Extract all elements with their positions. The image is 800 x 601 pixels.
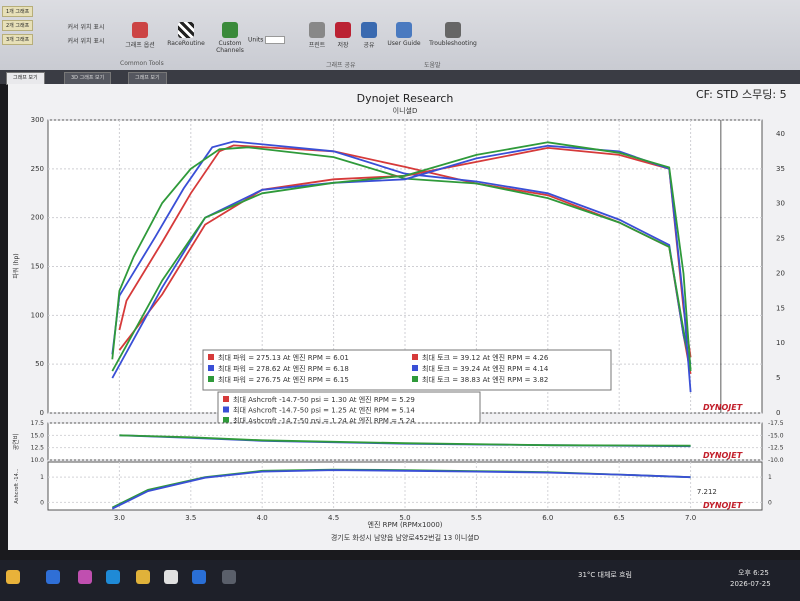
legend-torque-text: 최대 토크 = 38.83 At 엔진 RPM = 3.82	[422, 375, 548, 384]
y-tick-right: 0	[776, 409, 780, 417]
taskbar	[0, 560, 800, 601]
dynojet-logo: DYNOJET	[703, 403, 743, 412]
legend-swatch-power	[208, 354, 214, 360]
x-axis-label: 엔진 RPM (RPMx1000)	[368, 520, 443, 529]
edge-icon[interactable]	[106, 570, 120, 584]
cursor-value-label: 7.212	[697, 488, 717, 496]
x-tick: 6.0	[542, 514, 553, 522]
legend-swatch-torque	[412, 365, 418, 371]
afr-y-tick: 17.5	[31, 420, 45, 427]
legend-swatch-torque	[412, 354, 418, 360]
dynojet-logo-afr: DYNOJET	[703, 451, 743, 460]
dynojet-logo-boost: DYNOJET	[703, 501, 743, 510]
afr-y-tick-right: -15.0	[768, 432, 784, 439]
y-tick-right: 5	[776, 374, 780, 382]
x-tick: 3.0	[114, 514, 125, 522]
y-tick-left: 150	[31, 263, 44, 271]
afr-legend-swatch	[223, 406, 229, 413]
y-tick-left: 50	[35, 360, 44, 368]
afr-axis-label: 공연비	[12, 434, 20, 451]
x-tick: 6.5	[614, 514, 625, 522]
boost-axis-label: Ashcroft -14...	[14, 468, 20, 504]
afr-y-tick: 15.0	[31, 432, 45, 439]
weather-widget[interactable]: 31°C 대체로 흐림	[578, 570, 632, 580]
legend-power-text: 최대 파워 = 275.13 At 엔진 RPM = 6.01	[218, 353, 349, 362]
afr-y-tick-right: -17.5	[768, 420, 784, 427]
boost-y-tick: 1	[40, 474, 44, 481]
afr-y-tick: 10.0	[31, 457, 45, 464]
boost-y-tick-right: 1	[768, 474, 772, 481]
y-tick-right: 30	[776, 200, 785, 208]
afr-legend-text: 최대 Ashcroft -14.7-50 psi = 1.30 At 엔진 RP…	[233, 395, 415, 404]
copilot-icon[interactable]	[78, 570, 92, 584]
legend-power-text: 최대 파워 = 276.75 At 엔진 RPM = 6.15	[218, 375, 349, 384]
y-tick-left: 300	[31, 116, 44, 124]
y-tick-right: 15	[776, 304, 785, 312]
shop-address: 경기도 화성시 남양읍 남양로452번길 13 이니셜D	[330, 534, 480, 542]
legend-torque-text: 최대 토크 = 39.24 At 엔진 RPM = 4.14	[422, 364, 549, 373]
y-tick-left: 250	[31, 165, 44, 173]
start-icon[interactable]	[46, 570, 60, 584]
y-tick-right: 40	[776, 130, 785, 138]
afr-y-tick-right: -10.0	[768, 457, 784, 464]
y-tick-left: 0	[40, 409, 44, 417]
widgets-icon[interactable]	[6, 570, 20, 584]
x-tick: 4.5	[328, 514, 339, 522]
clock-time[interactable]: 오후 6:25	[738, 568, 769, 578]
y-tick-right: 10	[776, 339, 785, 347]
afr-legend-swatch	[223, 417, 229, 423]
y-tick-right: 25	[776, 235, 785, 243]
afr-legend-text: 최대 Ashcroft -14.7-50 psi = 1.25 At 엔진 RP…	[233, 406, 415, 415]
legend-swatch-power	[208, 376, 214, 382]
x-tick: 3.5	[185, 514, 196, 522]
explorer-icon[interactable]	[136, 570, 150, 584]
legend-torque-text: 최대 토크 = 39.12 At 엔진 RPM = 4.26	[422, 353, 549, 362]
legend-swatch-power	[208, 365, 214, 371]
clock-date[interactable]: 2026-07-25	[730, 580, 771, 588]
y-axis-label-power: 파워 (hp)	[12, 253, 20, 278]
x-tick: 7.0	[685, 514, 696, 522]
y-tick-left: 200	[31, 214, 44, 222]
legend-swatch-torque	[412, 376, 418, 382]
x-tick: 5.5	[471, 514, 482, 522]
y-tick-right: 20	[776, 269, 785, 277]
afr-y-tick-right: -12.5	[768, 445, 784, 452]
dyno-app-icon[interactable]	[222, 570, 236, 584]
legend-power-text: 최대 파워 = 278.62 At 엔진 RPM = 6.18	[218, 364, 349, 373]
y-tick-left: 100	[31, 311, 44, 319]
boost-y-tick-right: 0	[768, 499, 772, 506]
afr-y-tick: 12.5	[31, 445, 45, 452]
x-tick: 4.0	[257, 514, 268, 522]
afr-plot-area	[47, 422, 763, 461]
store-icon[interactable]	[164, 570, 178, 584]
boost-y-tick: 0	[40, 499, 44, 506]
afr-legend-swatch	[223, 396, 229, 402]
dyno-chart: 0501001502002503000510152025303540파워 (hp…	[12, 116, 785, 529]
y-tick-right: 35	[776, 165, 785, 173]
outlook-icon[interactable]	[192, 570, 206, 584]
app-window: 1개 그래프 2개 그래프 3개 그래프 커서 위치 표시 커서 위치 표시 그…	[0, 0, 800, 601]
